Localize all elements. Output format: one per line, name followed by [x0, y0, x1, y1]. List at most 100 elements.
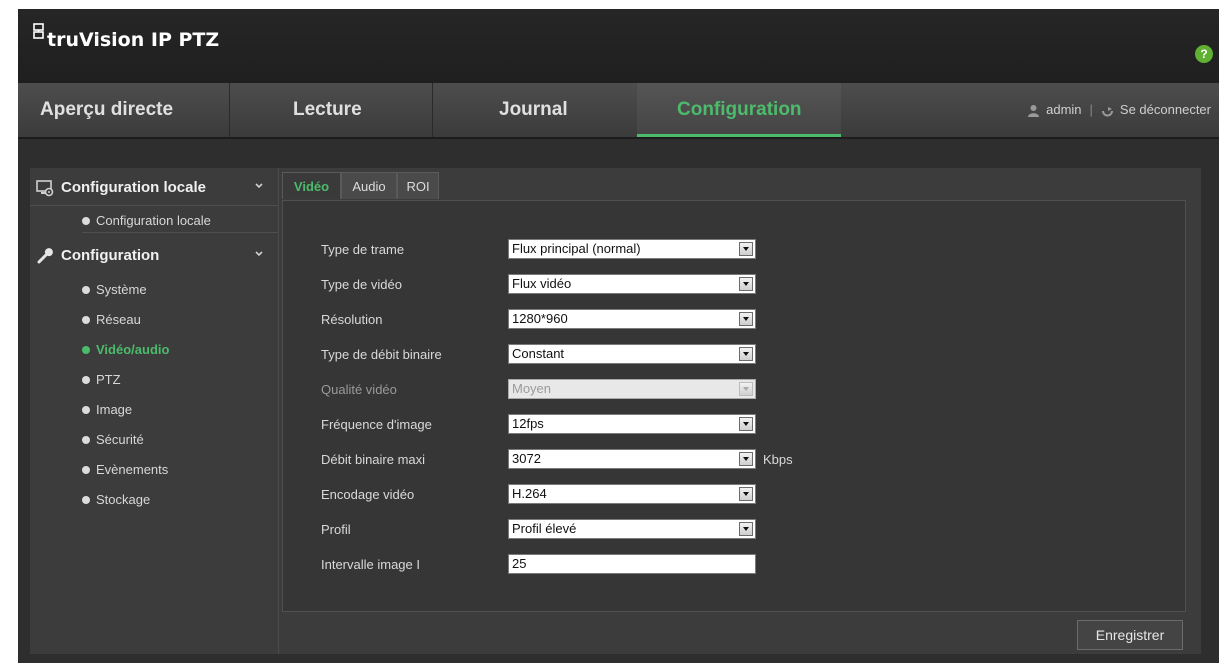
sidebar-item-video-audio[interactable]: Vidéo/audio — [82, 339, 169, 361]
dropdown-arrow-icon — [739, 347, 753, 361]
sidebar-item-label: Image — [96, 402, 133, 417]
video-type-select[interactable]: Flux vidéo — [508, 274, 756, 294]
chevron-down-icon — [255, 183, 263, 189]
bullet-icon — [82, 346, 90, 354]
top-bar: truVision IP PTZ ? — [18, 9, 1219, 83]
bitrate-unit: Kbps — [763, 452, 793, 467]
sidebar-item-label: Stockage — [96, 492, 151, 507]
dropdown-arrow-icon — [739, 487, 753, 501]
tab-video[interactable]: Vidéo — [282, 172, 341, 199]
select-value: Flux principal (normal) — [512, 241, 641, 256]
sidebar-item-label: Evènements — [96, 462, 169, 477]
field-label: Débit binaire maxi — [321, 452, 426, 467]
app-window: truVision IP PTZ ? Aperçu directe Lectur… — [18, 9, 1219, 663]
field-row-max-bitrate: Débit binaire maxi 3072 Kbps — [283, 449, 1183, 471]
dropdown-arrow-icon — [739, 452, 753, 466]
profile-select[interactable]: Profil élevé — [508, 519, 756, 539]
field-row-frame-rate: Fréquence d'image 12fps — [283, 414, 1183, 436]
video-settings-form: Type de trame Flux principal (normal) Ty… — [282, 200, 1186, 612]
sidebar-item-label: Réseau — [96, 312, 141, 327]
main-nav: Aperçu directe Lecture Journal Configura… — [18, 83, 1219, 139]
sidebar-item-securite[interactable]: Sécurité — [82, 429, 144, 451]
max-bitrate-select[interactable]: 3072 — [508, 449, 756, 469]
field-label: Encodage vidéo — [321, 487, 415, 502]
user-icon — [1028, 104, 1040, 117]
bullet-icon — [82, 217, 90, 225]
sidebar-item-image[interactable]: Image — [82, 399, 132, 421]
dropdown-arrow-icon — [739, 312, 753, 326]
stream-type-select[interactable]: Flux principal (normal) — [508, 239, 756, 259]
sidebar-group-label: Configuration locale — [61, 179, 207, 196]
select-value: Profil élevé — [512, 521, 577, 536]
select-value: Constant — [512, 346, 565, 361]
sidebar-item-label: Configuration locale — [96, 213, 211, 228]
field-label: Type de débit binaire — [321, 347, 442, 362]
bitrate-type-select[interactable]: Constant — [508, 344, 756, 364]
bullet-icon — [82, 496, 90, 504]
sidebar: Configuration locale Configuration local… — [30, 168, 279, 654]
field-label: Qualité vidéo — [321, 382, 397, 397]
bullet-icon — [82, 406, 90, 414]
tab-live-view[interactable]: Aperçu directe — [18, 83, 230, 137]
field-row-video-type: Type de vidéo Flux vidéo — [283, 274, 1183, 296]
field-row-video-encoding: Encodage vidéo H.264 — [283, 484, 1183, 506]
user-area: admin | Se déconnecter — [1027, 83, 1211, 137]
field-label: Intervalle image I — [321, 557, 420, 572]
tab-roi[interactable]: ROI — [397, 172, 439, 199]
sidebar-item-reseau[interactable]: Réseau — [82, 309, 141, 331]
resolution-select[interactable]: 1280*960 — [508, 309, 756, 329]
content-area: Vidéo Audio ROI Type de trame Flux princ… — [282, 168, 1201, 654]
logo-text: truVision IP PTZ — [47, 29, 220, 51]
wrench-icon — [37, 248, 53, 264]
field-label: Type de trame — [321, 242, 405, 257]
sidebar-item-local-config[interactable]: Configuration locale — [82, 210, 278, 233]
main-panel: Configuration locale Configuration local… — [30, 168, 1201, 654]
sidebar-group-local-config[interactable]: Configuration locale — [30, 170, 278, 206]
tab-playback[interactable]: Lecture — [230, 83, 433, 137]
sidebar-item-label: Sécurité — [96, 432, 144, 447]
logout-link[interactable]: Se déconnecter — [1120, 83, 1211, 137]
chevron-down-icon — [255, 251, 263, 257]
bullet-icon — [82, 316, 90, 324]
tab-configuration[interactable]: Configuration — [637, 83, 841, 137]
field-label: Fréquence d'image — [321, 417, 432, 432]
separator: | — [1089, 102, 1093, 117]
bullet-icon — [82, 286, 90, 294]
computer-settings-icon — [36, 180, 54, 197]
username: admin — [1046, 102, 1082, 117]
field-row-video-quality: Qualité vidéo Moyen — [283, 379, 1183, 401]
sidebar-group-label: Configuration — [61, 247, 160, 264]
field-row-resolution: Résolution 1280*960 — [283, 309, 1183, 331]
bullet-icon — [82, 376, 90, 384]
sidebar-item-evenements[interactable]: Evènements — [82, 459, 168, 481]
save-button[interactable]: Enregistrer — [1077, 620, 1183, 650]
sidebar-item-stockage[interactable]: Stockage — [82, 489, 150, 511]
frame-rate-select[interactable]: 12fps — [508, 414, 756, 434]
field-label: Type de vidéo — [321, 277, 402, 292]
dropdown-arrow-icon — [739, 417, 753, 431]
sidebar-group-configuration[interactable]: Configuration — [30, 238, 278, 274]
select-value: Flux vidéo — [512, 276, 572, 291]
select-value: 1280*960 — [512, 311, 568, 326]
tab-log[interactable]: Journal — [433, 83, 637, 137]
sidebar-item-label: PTZ — [96, 372, 121, 387]
field-row-stream-type: Type de trame Flux principal (normal) — [283, 239, 1183, 261]
field-row-profile: Profil Profil élevé — [283, 519, 1183, 541]
select-value: Moyen — [512, 381, 552, 396]
field-row-bitrate-type: Type de débit binaire Constant — [283, 344, 1183, 366]
help-button[interactable]: ? — [1195, 45, 1213, 63]
dropdown-arrow-icon — [739, 522, 753, 536]
bullet-icon — [82, 466, 90, 474]
field-label: Résolution — [321, 312, 383, 327]
sidebar-item-systeme[interactable]: Système — [82, 279, 147, 301]
dropdown-arrow-icon — [739, 277, 753, 291]
field-row-i-frame-interval: Intervalle image I 25 — [283, 554, 1183, 576]
i-frame-interval-input[interactable]: 25 — [508, 554, 756, 574]
tab-audio[interactable]: Audio — [341, 172, 397, 199]
video-encoding-select[interactable]: H.264 — [508, 484, 756, 504]
dropdown-arrow-icon — [739, 242, 753, 256]
logout-icon — [1101, 106, 1113, 116]
dropdown-arrow-icon — [739, 382, 753, 396]
network-icon — [33, 23, 44, 39]
sidebar-item-ptz[interactable]: PTZ — [82, 369, 121, 391]
